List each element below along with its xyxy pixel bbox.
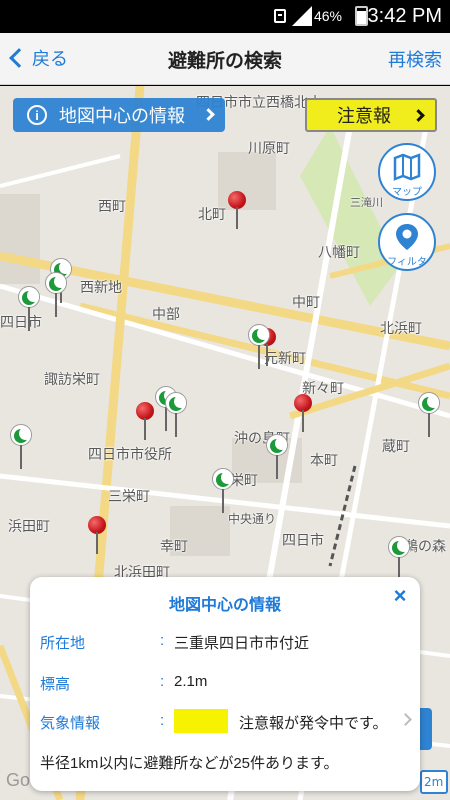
shelter-marker[interactable]	[212, 468, 234, 514]
warning-level-swatch	[174, 709, 228, 733]
map-label: 中町	[292, 294, 320, 310]
warning-pin-marker[interactable]	[88, 516, 106, 554]
weather-info-label: 気象情報	[40, 715, 101, 732]
elevation-label: 標高	[40, 676, 71, 693]
research-button[interactable]: 再検索	[388, 46, 442, 72]
map-label: 三滝川	[350, 197, 383, 209]
info-icon: i	[27, 105, 47, 125]
map-label: 四日市	[282, 532, 324, 548]
row-colon: :	[160, 673, 165, 690]
map-label: 浜田町	[8, 518, 50, 534]
map-label: 栄町	[230, 472, 258, 488]
shelter-marker[interactable]	[266, 434, 288, 480]
battery-percent: 46%	[313, 8, 342, 24]
location-row: 所在地 : 三重県四日市市付近	[40, 632, 410, 652]
map-label: 北浜町	[380, 320, 422, 336]
row-colon: :	[160, 632, 165, 649]
map-icon	[393, 153, 421, 181]
warning-pin-marker[interactable]	[136, 402, 154, 440]
map-label: 北町	[198, 206, 226, 222]
status-bar: 46% 3:42 PM	[0, 0, 450, 33]
shelter-marker[interactable]	[248, 324, 270, 370]
status-time: 3:42 PM	[367, 5, 442, 27]
map-label: 諏訪栄町	[44, 371, 100, 387]
map-label: 鵜の森	[404, 538, 446, 554]
page-title: 避難所の検索	[167, 51, 282, 72]
map-label: 蔵町	[382, 438, 410, 454]
warning-label: 注意報	[337, 106, 391, 126]
weather-info-row[interactable]: 気象情報 : 注意報が発令中です。	[40, 709, 412, 733]
shelter-marker[interactable]	[10, 424, 32, 470]
map-type-button[interactable]: マップ	[378, 143, 436, 201]
weather-info-value: 注意報が発令中です。	[239, 715, 388, 732]
notification-icon	[274, 9, 286, 23]
map-label: 中央通り	[228, 512, 277, 526]
map-center-info-button[interactable]: i 地図中心の情報	[13, 98, 225, 132]
map-center-info-label: 地図中心の情報	[59, 106, 185, 126]
elevation-row: 標高 : 2.1m	[40, 673, 410, 693]
map-label: 西新地	[80, 279, 122, 295]
row-colon: :	[160, 712, 165, 729]
location-label: 所在地	[40, 635, 86, 652]
chevron-right-icon	[399, 713, 412, 726]
shelter-marker[interactable]	[418, 392, 440, 438]
map-label: 西町	[98, 198, 126, 214]
shelter-count-summary: 半径1km以内に避難所などが25件あります。	[40, 755, 339, 772]
filter-button[interactable]: フィルタ	[378, 213, 436, 271]
shelter-marker[interactable]	[18, 286, 40, 332]
warning-button[interactable]: 注意報	[305, 98, 437, 132]
map-label: 四日市市役所	[88, 446, 172, 462]
map-label: 三栄町	[108, 488, 150, 504]
elevation-value: 2.1m	[174, 673, 208, 690]
dialog-title: 地図中心の情報	[168, 597, 281, 614]
map-label: 中部	[152, 306, 180, 322]
map-center-info-dialog: 地図中心の情報 × 所在地 : 三重県四日市市付近 標高 : 2.1m 気象情報…	[30, 577, 420, 791]
scale-indicator: 2m	[420, 770, 448, 794]
signal-icon	[292, 6, 312, 26]
map-label: 川原町	[248, 140, 290, 156]
map-label: 八幡町	[318, 244, 360, 260]
navigation-bar: 戻る 避難所の検索 再検索	[0, 33, 450, 85]
shelter-marker[interactable]	[388, 536, 410, 582]
map-label: 本町	[310, 452, 338, 468]
map-label: 幸町	[160, 538, 188, 554]
location-pin-icon	[396, 224, 418, 250]
location-value: 三重県四日市市付近	[174, 635, 310, 652]
close-icon[interactable]: ×	[390, 585, 410, 607]
shelter-marker[interactable]	[165, 392, 187, 438]
battery-icon	[355, 6, 368, 26]
shelter-marker[interactable]	[45, 272, 67, 318]
warning-pin-marker[interactable]	[228, 191, 246, 229]
map-type-label: マップ	[392, 187, 422, 198]
filter-label: フィルタ	[387, 257, 427, 268]
warning-pin-marker[interactable]	[294, 394, 312, 432]
chevron-right-icon	[412, 109, 425, 122]
chevron-right-icon	[202, 108, 215, 121]
